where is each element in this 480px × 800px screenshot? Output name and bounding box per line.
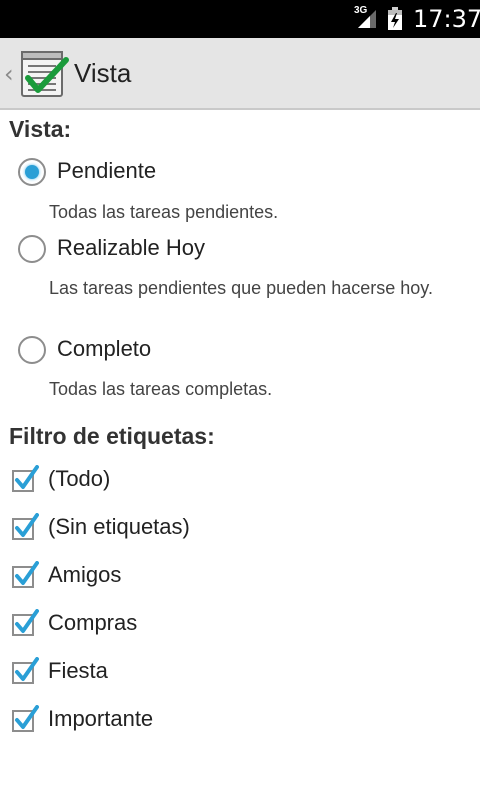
back-chevron-icon[interactable]: ‹ bbox=[4, 60, 14, 88]
radio-label: Completo bbox=[57, 336, 152, 361]
radio-button[interactable] bbox=[18, 336, 46, 364]
checkbox-checked-icon[interactable] bbox=[11, 465, 39, 493]
radio-option-pendiente[interactable]: Pendiente bbox=[0, 152, 480, 196]
checkbox-label: Compras bbox=[48, 610, 138, 635]
radio-summary: Todas las tareas completas. bbox=[49, 379, 273, 399]
checkbox-label: Importante bbox=[48, 706, 154, 731]
status-bar: 3G 17:37 bbox=[0, 0, 480, 38]
filter-item-sin-etiquetas[interactable]: (Sin etiquetas) bbox=[0, 508, 480, 552]
filter-item-fiesta[interactable]: Fiesta bbox=[0, 652, 480, 696]
view-section-header: Vista: bbox=[9, 116, 72, 142]
page-title: Vista bbox=[74, 58, 132, 88]
action-bar: ‹ Vista bbox=[0, 38, 480, 110]
radio-option-completo[interactable]: Completo bbox=[0, 330, 480, 374]
checkbox-label: Fiesta bbox=[48, 658, 108, 683]
filter-item-todo[interactable]: (Todo) bbox=[0, 460, 480, 504]
radio-summary: Las tareas pendientes que pueden hacerse… bbox=[49, 278, 433, 298]
radio-button-checked[interactable] bbox=[18, 158, 46, 186]
checkbox-checked-icon[interactable] bbox=[11, 657, 39, 685]
radio-button[interactable] bbox=[18, 235, 46, 263]
app-checklist-icon[interactable] bbox=[18, 48, 70, 100]
radio-label: Realizable Hoy bbox=[57, 235, 205, 260]
radio-summary: Todas las tareas pendientes. bbox=[49, 202, 279, 222]
checkbox-checked-icon[interactable] bbox=[11, 705, 39, 733]
filter-section-header: Filtro de etiquetas: bbox=[9, 423, 215, 449]
radio-label: Pendiente bbox=[57, 158, 157, 183]
battery-icon bbox=[388, 7, 402, 30]
filter-item-compras[interactable]: Compras bbox=[0, 604, 480, 648]
checkbox-label: (Todo) bbox=[48, 466, 111, 491]
clock: 17:37 bbox=[413, 5, 480, 33]
checkbox-checked-icon[interactable] bbox=[11, 561, 39, 589]
checkbox-checked-icon[interactable] bbox=[11, 513, 39, 541]
checkbox-label: (Sin etiquetas) bbox=[48, 514, 190, 539]
filter-item-amigos[interactable]: Amigos bbox=[0, 556, 480, 600]
filter-item-importante[interactable]: Importante bbox=[0, 700, 480, 744]
signal-icon bbox=[358, 10, 376, 28]
radio-option-realizable-hoy[interactable]: Realizable Hoy bbox=[0, 229, 480, 273]
checkbox-label: Amigos bbox=[48, 562, 122, 587]
checkbox-checked-icon[interactable] bbox=[11, 609, 39, 637]
